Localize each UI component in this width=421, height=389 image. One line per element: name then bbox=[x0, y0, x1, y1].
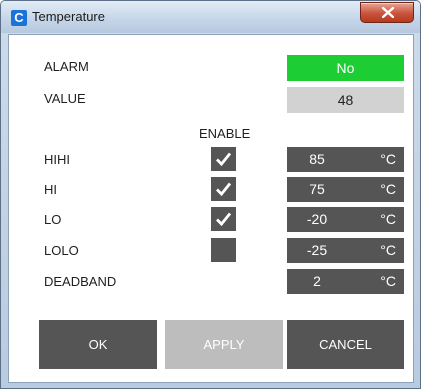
alarm-status-badge: No bbox=[287, 55, 404, 81]
hihi-label: HIHI bbox=[44, 152, 70, 167]
check-icon bbox=[216, 152, 232, 167]
current-value-display: 48 bbox=[287, 87, 404, 113]
close-button[interactable] bbox=[360, 2, 414, 23]
ok-button[interactable]: OK bbox=[39, 320, 157, 369]
hi-value-field[interactable]: 75 °C bbox=[287, 177, 404, 202]
lolo-unit: °C bbox=[380, 242, 396, 258]
lo-unit: °C bbox=[380, 211, 396, 227]
lolo-value-field[interactable]: -25 °C bbox=[287, 238, 404, 263]
deadband-value: 2 bbox=[313, 273, 321, 289]
alarm-label: ALARM bbox=[44, 59, 89, 74]
check-icon bbox=[216, 182, 232, 197]
cancel-button[interactable]: CANCEL bbox=[287, 320, 404, 369]
lolo-enable-checkbox[interactable] bbox=[211, 238, 236, 262]
apply-button[interactable]: APPLY bbox=[165, 320, 283, 369]
deadband-value-field[interactable]: 2 °C bbox=[287, 269, 404, 294]
hi-label: HI bbox=[44, 182, 57, 197]
hi-unit: °C bbox=[380, 181, 396, 197]
value-label: VALUE bbox=[44, 91, 86, 106]
hi-enable-checkbox[interactable] bbox=[211, 177, 236, 201]
lo-value-field[interactable]: -20 °C bbox=[287, 207, 404, 232]
dialog-content: ALARM No VALUE 48 ENABLE HIHI 85 °C HI 7… bbox=[8, 34, 414, 383]
enable-column-header: ENABLE bbox=[199, 126, 251, 141]
deadband-label: DEADBAND bbox=[44, 274, 117, 289]
dialog-window: C Temperature ALARM No VALUE 48 ENABLE H… bbox=[0, 0, 421, 389]
lo-label: LO bbox=[44, 212, 62, 227]
lo-enable-checkbox[interactable] bbox=[211, 207, 236, 231]
app-icon: C bbox=[11, 10, 27, 26]
hihi-enable-checkbox[interactable] bbox=[211, 147, 236, 171]
hihi-unit: °C bbox=[380, 151, 396, 167]
deadband-unit: °C bbox=[380, 273, 396, 289]
check-icon bbox=[216, 212, 232, 227]
hi-value: 75 bbox=[309, 181, 325, 197]
title-bar[interactable]: C Temperature bbox=[1, 1, 420, 33]
hihi-value: 85 bbox=[309, 151, 325, 167]
lolo-value: -25 bbox=[306, 242, 328, 258]
close-icon bbox=[382, 7, 394, 18]
lolo-label: LOLO bbox=[44, 243, 79, 258]
window-title: Temperature bbox=[32, 9, 105, 24]
lo-value: -20 bbox=[306, 211, 328, 227]
hihi-value-field[interactable]: 85 °C bbox=[287, 147, 404, 172]
